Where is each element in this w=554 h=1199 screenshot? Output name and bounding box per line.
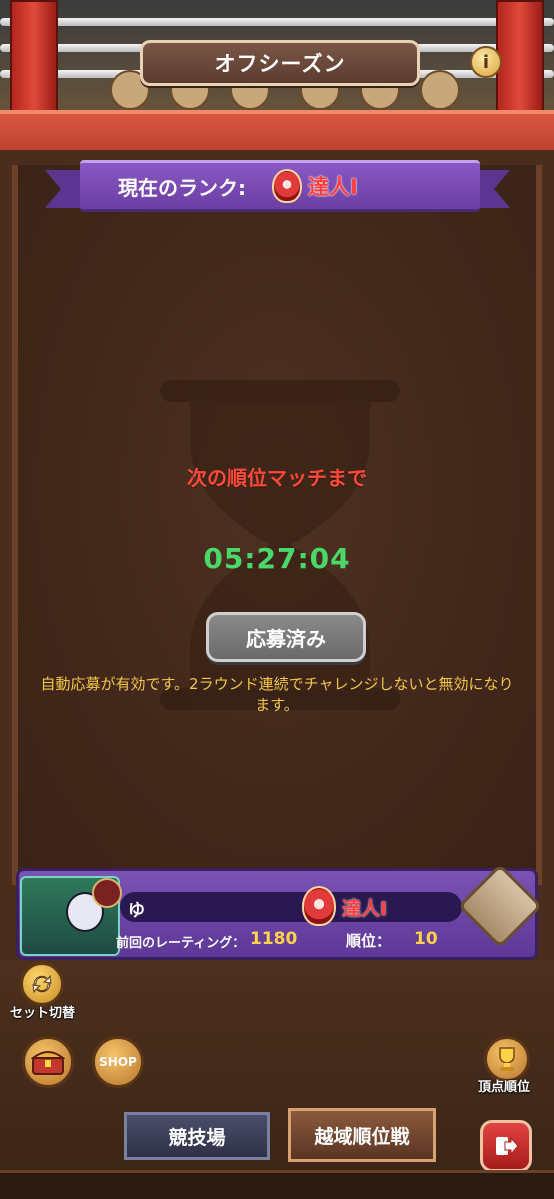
season-title: オフシーズン xyxy=(214,52,346,76)
bottom-area xyxy=(0,960,554,1199)
position-label: 順位： xyxy=(346,932,392,950)
shop-button[interactable]: SHOP xyxy=(92,1036,144,1088)
prev-rating-value: 1180 xyxy=(250,929,298,949)
refresh-icon xyxy=(32,974,52,994)
current-rank-ribbon: 現在のランク: 達人Ⅰ xyxy=(80,160,480,212)
trophy-icon xyxy=(499,1047,515,1071)
tab-cross-region-ranked[interactable]: 越域順位戦 xyxy=(288,1108,436,1162)
tab-arena[interactable]: 競技場 xyxy=(124,1112,270,1160)
treasure-chest-icon xyxy=(31,1051,65,1075)
season-title-plaque: オフシーズン xyxy=(140,40,420,86)
treasure-chest-button[interactable] xyxy=(22,1036,74,1088)
set-switch-label: セット切替 xyxy=(10,1006,76,1021)
ring-rope xyxy=(0,18,554,26)
ring-post xyxy=(496,0,544,120)
auto-entry-note: 自動応募が有効です。2ラウンド連続でチャレンジしないと無効になります。 xyxy=(40,675,514,714)
player-rank-badge-icon xyxy=(302,886,336,926)
rank-badge-icon xyxy=(272,169,302,203)
screen: オフシーズン i 現在のランク: 達人Ⅰ 次の順位マッチまで 05:27:04 … xyxy=(0,0,554,1199)
ring-post xyxy=(10,0,58,120)
current-rank-label: 現在のランク: xyxy=(118,175,246,200)
position-value: 10 xyxy=(414,929,438,949)
spectator xyxy=(420,70,460,110)
player-name: ゆ xyxy=(128,901,145,921)
top-rank-label: 頂点順位 xyxy=(478,1080,531,1095)
prev-rating-label: 前回のレーティング： xyxy=(116,936,246,951)
ring-apron xyxy=(0,110,554,150)
player-rank: 達人Ⅰ xyxy=(342,898,388,920)
player-name-bar xyxy=(120,892,462,922)
next-match-caption: 次の順位マッチまで xyxy=(187,466,367,490)
applied-button[interactable]: 応募済み xyxy=(206,612,366,662)
bottom-strip xyxy=(0,1170,554,1199)
exit-button[interactable] xyxy=(480,1120,532,1172)
countdown-timer: 05:27:04 xyxy=(203,542,351,575)
shop-label: SHOP xyxy=(99,1055,137,1069)
current-rank-value: 達人Ⅰ xyxy=(308,175,358,199)
exit-icon xyxy=(496,1136,519,1156)
set-switch-button[interactable] xyxy=(20,962,64,1006)
info-icon[interactable]: i xyxy=(470,46,502,78)
rank-emblem-icon xyxy=(92,878,122,908)
